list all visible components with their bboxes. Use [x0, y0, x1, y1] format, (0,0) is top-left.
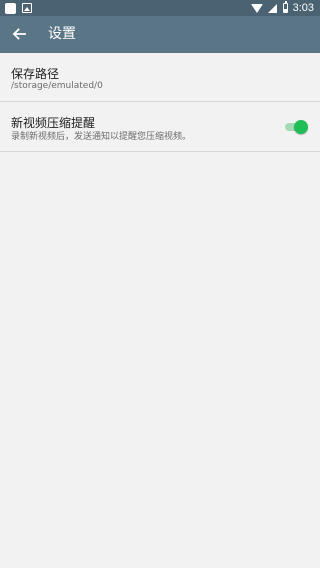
app-notification-icon	[5, 2, 16, 14]
arrow-left-icon	[12, 28, 26, 40]
new-video-notify-toggle[interactable]	[285, 120, 308, 134]
status-bar: 3:03	[0, 0, 320, 16]
app-bar: 设置	[0, 16, 320, 53]
status-bar-left	[5, 2, 32, 14]
save-path-setting[interactable]: 保存路径 /storage/emulated/0	[0, 53, 320, 102]
new-video-notify-setting[interactable]: 新视频压缩提醒 录制新视频后，发送通知以提醒您压缩视频。	[0, 102, 320, 152]
page-title: 设置	[48, 26, 76, 42]
wifi-icon	[250, 3, 263, 13]
signal-icon	[267, 3, 277, 13]
back-button[interactable]	[5, 20, 33, 48]
settings-list: 保存路径 /storage/emulated/0 新视频压缩提醒 录制新视频后，…	[0, 53, 320, 152]
save-path-value: /storage/emulated/0	[11, 81, 103, 91]
save-path-title: 保存路径	[11, 67, 60, 81]
toggle-thumb	[294, 120, 308, 134]
settings-screen: 3:03 设置 保存路径 /storage/emulated/0 新视频压缩提醒…	[0, 0, 320, 568]
new-video-notify-description: 录制新视频后，发送通知以提醒您压缩视频。	[11, 132, 192, 142]
status-time: 3:03	[292, 2, 314, 14]
image-icon	[22, 3, 32, 13]
status-bar-right: 3:03	[250, 1, 314, 14]
battery-icon	[282, 1, 288, 13]
